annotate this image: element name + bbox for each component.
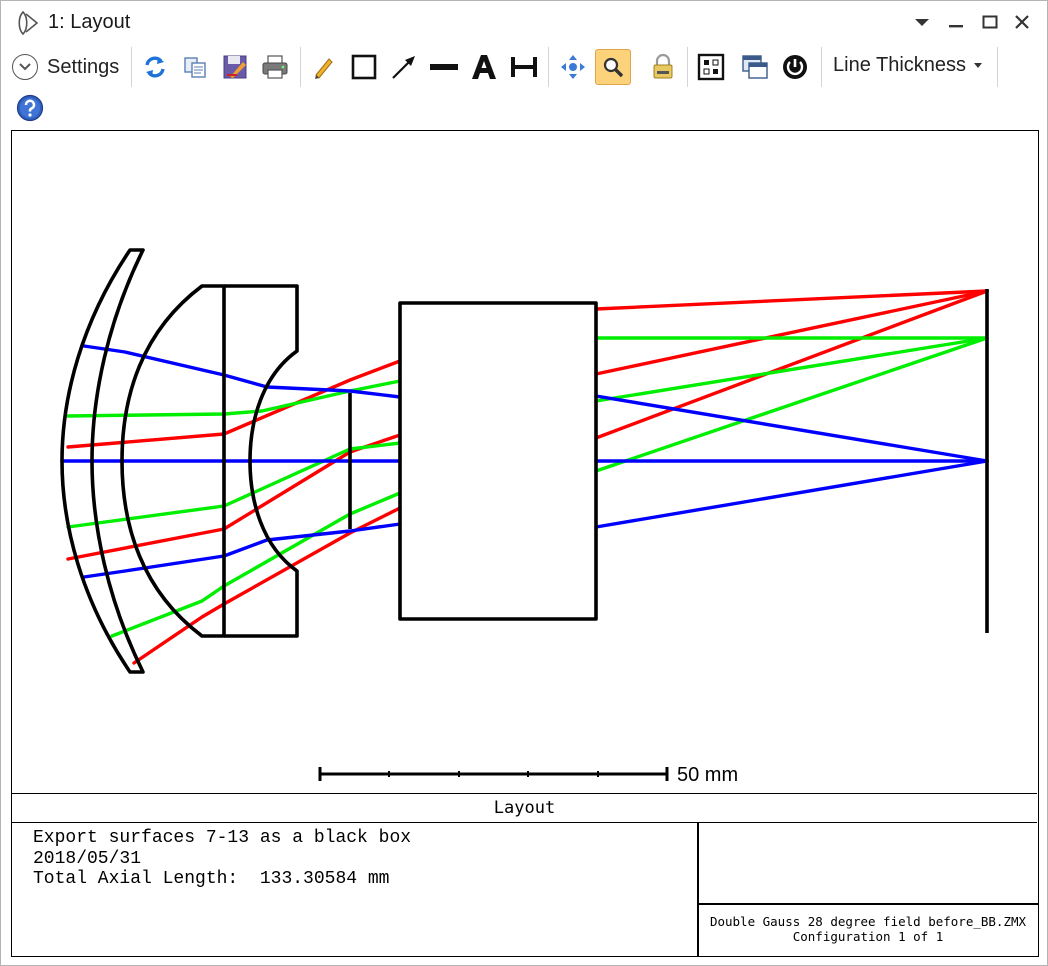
dropdown-triangle-icon[interactable] <box>909 9 935 35</box>
zoom-icon <box>603 57 624 78</box>
dimension-button[interactable] <box>506 49 542 85</box>
chevron-down-icon <box>12 54 38 80</box>
grid-icon <box>697 53 725 81</box>
rectangle-button[interactable] <box>346 49 382 85</box>
settings-label: Settings <box>47 55 120 78</box>
line-thickness-dropdown[interactable]: Line Thickness <box>833 54 983 77</box>
windows-button[interactable] <box>737 49 773 85</box>
ray-blue-3 <box>82 344 989 463</box>
layout-window: 1: Layout Settings Line Thickness 50 mm … <box>0 0 1048 966</box>
print-icon <box>262 55 288 79</box>
text-button[interactable] <box>466 49 502 85</box>
arrow-line-icon <box>392 56 415 79</box>
minimize-icon[interactable] <box>943 9 969 35</box>
power-button[interactable] <box>777 49 813 85</box>
black-box <box>398 301 598 621</box>
save-button[interactable] <box>217 49 253 85</box>
ray-blue-1 <box>82 459 989 579</box>
layout-drawing <box>60 248 989 781</box>
lock-button[interactable] <box>645 49 681 85</box>
box-hdivider <box>698 903 1038 905</box>
configuration-label: Configuration 1 of 1 <box>792 929 944 944</box>
ray-green-2 <box>66 336 989 529</box>
save-icon <box>223 55 247 79</box>
info-block: Export surfaces 7-13 as a black box 2018/… <box>33 828 411 890</box>
power-icon <box>783 55 807 79</box>
ray-red-1 <box>132 289 989 665</box>
info-line-3: Total Axial Length: 133.30584 mm <box>33 869 390 889</box>
copy-icon <box>184 57 206 78</box>
info-line-1: Export surfaces 7-13 as a black box <box>33 828 412 848</box>
pan-icon <box>561 55 585 79</box>
info-line-2: 2018/05/31 <box>33 848 142 869</box>
scale-label: 50 mm <box>677 764 739 786</box>
thick-line-button[interactable] <box>426 49 462 85</box>
line-thickness-label: Line Thickness <box>833 54 967 76</box>
arrow-line-button[interactable] <box>386 49 422 85</box>
refresh-button[interactable] <box>137 49 173 85</box>
windows-icon <box>742 55 768 79</box>
toolbar-separator <box>548 47 549 87</box>
toolbar-separator <box>997 47 998 87</box>
file-name: Double Gauss 28 degree field before_BB.Z… <box>709 914 1027 929</box>
help-icon[interactable] <box>16 94 44 122</box>
toolbar-separator <box>300 47 301 87</box>
caret-down-icon <box>974 63 983 68</box>
lock-icon <box>653 53 673 79</box>
title-bar: 1: Layout <box>1 1 1047 43</box>
file-info: Double Gauss 28 degree field before_BB.Z… <box>698 914 1038 944</box>
pencil-icon <box>315 58 333 79</box>
toolbar-separator <box>131 47 132 87</box>
close-icon[interactable] <box>1009 9 1035 35</box>
toolbar: Settings Line Thickness <box>1 43 1047 129</box>
pan-button[interactable] <box>555 49 591 85</box>
toolbar-separator <box>821 47 822 87</box>
ray-green-3 <box>66 336 989 418</box>
ray-red-2 <box>66 289 989 561</box>
maximize-icon[interactable] <box>977 9 1003 35</box>
lens-icon <box>18 10 39 36</box>
layout-plot: 50 mm Layout Export surfaces 7-13 as a b… <box>11 130 1039 957</box>
pencil-button[interactable] <box>306 49 342 85</box>
ray-red-3 <box>66 289 989 449</box>
frame-title: Layout <box>12 793 1037 823</box>
text-icon <box>472 55 496 79</box>
print-button[interactable] <box>257 49 293 85</box>
rectangle-icon <box>351 54 377 80</box>
refresh-icon <box>145 56 165 78</box>
scale-bar <box>318 767 669 781</box>
settings-button[interactable]: Settings <box>12 50 119 84</box>
toolbar-separator <box>687 47 688 87</box>
thick-line-icon <box>430 64 458 70</box>
grid-button[interactable] <box>693 49 729 85</box>
dimension-icon <box>511 57 537 77</box>
copy-button[interactable] <box>177 49 213 85</box>
zoom-button[interactable] <box>595 49 631 85</box>
window-title: 1: Layout <box>48 11 131 33</box>
